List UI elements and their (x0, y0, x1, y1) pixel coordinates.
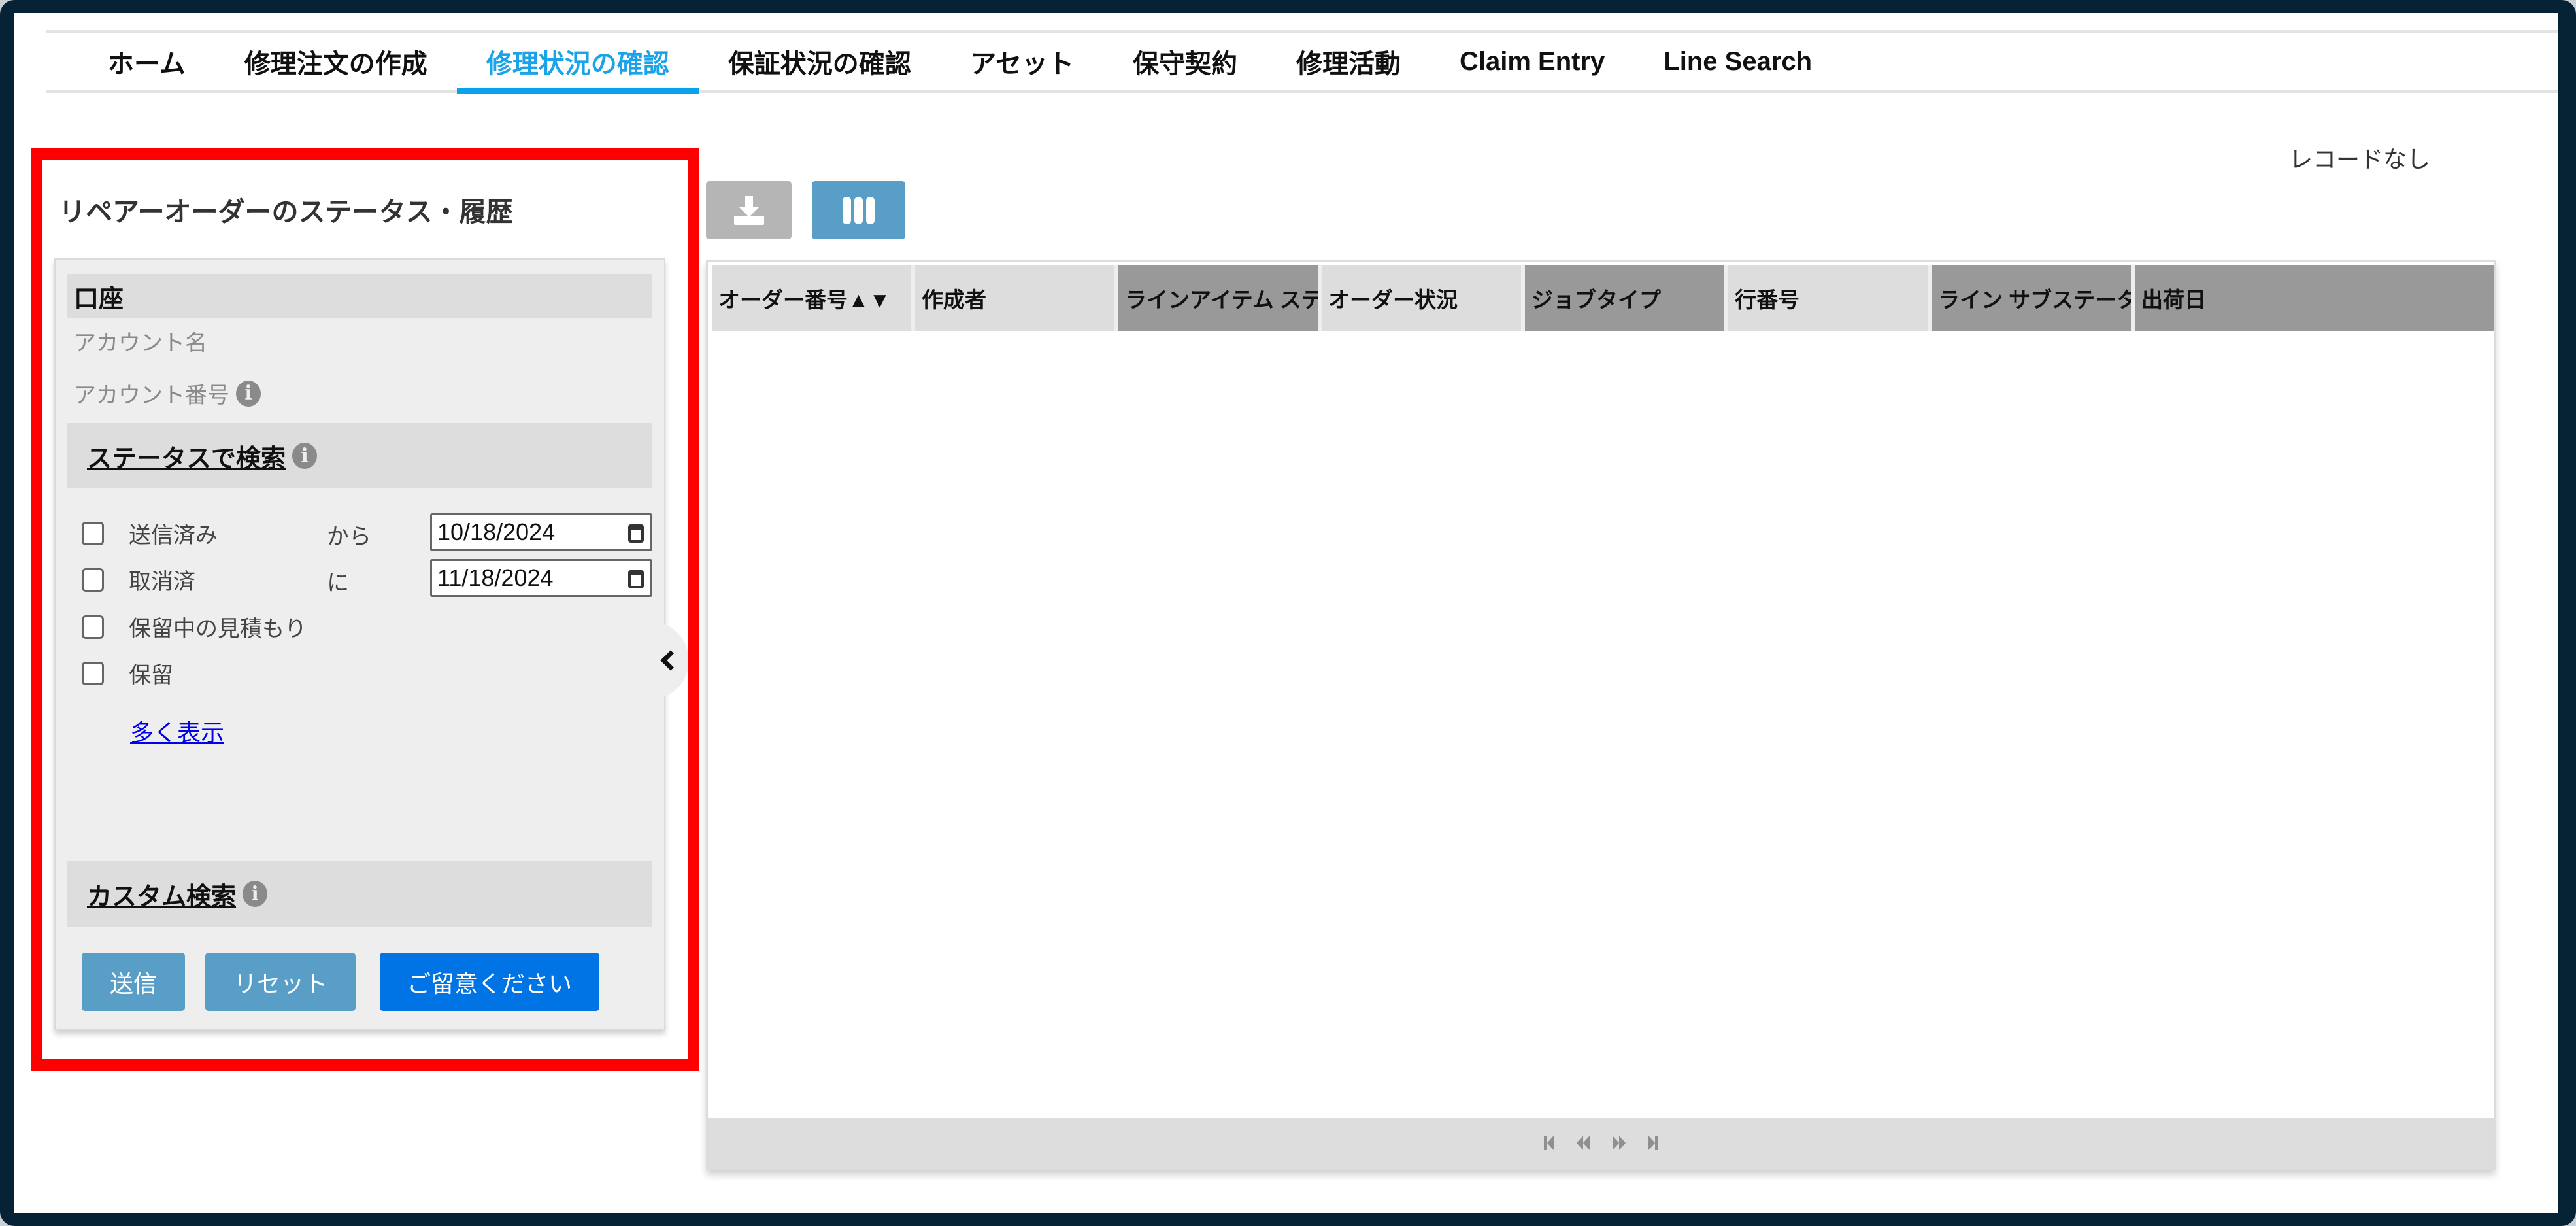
column-header-ship-date[interactable]: 出荷日 (2135, 265, 2494, 331)
pager (708, 1118, 2494, 1168)
tab-maintenance-contract[interactable]: 保守契約 (1103, 33, 1267, 90)
last-page-icon[interactable] (1648, 1136, 1658, 1150)
first-page-icon[interactable] (1543, 1136, 1554, 1150)
column-header-line-item-status[interactable]: ラインアイテム ステ (1118, 265, 1322, 331)
column-header-creator[interactable]: 作成者 (915, 265, 1118, 331)
next-page-icon[interactable] (1612, 1136, 1626, 1150)
column-header-job-type[interactable]: ジョブタイプ (1525, 265, 1728, 331)
download-button[interactable] (706, 181, 792, 239)
tab-warranty-status[interactable]: 保証状況の確認 (699, 33, 941, 90)
columns-icon (843, 196, 875, 224)
tab-repair-status[interactable]: 修理状況の確認 (456, 33, 699, 94)
column-header-order-number[interactable]: オーダー番号▲▼ (712, 265, 915, 331)
highlight-box (31, 148, 699, 1071)
grid-body (708, 333, 2494, 1115)
tab-create-repair-order[interactable]: 修理注文の作成 (215, 33, 457, 90)
results-grid: オーダー番号▲▼ 作成者 ラインアイテム ステ オーダー状況 ジョブタイプ 行番… (706, 260, 2496, 1170)
main-nav: ホーム 修理注文の作成 修理状況の確認 保証状況の確認 アセット 保守契約 修理… (46, 30, 2558, 94)
columns-button[interactable] (812, 181, 905, 239)
tab-line-search[interactable]: Line Search (1634, 33, 1841, 90)
page: ホーム 修理注文の作成 修理状況の確認 保証状況の確認 アセット 保守契約 修理… (14, 13, 2558, 1213)
previous-page-icon[interactable] (1576, 1136, 1590, 1150)
tab-assets[interactable]: アセット (941, 33, 1103, 90)
window-frame: ホーム 修理注文の作成 修理状況の確認 保証状況の確認 アセット 保守契約 修理… (0, 0, 2576, 1226)
column-header-line-substatus[interactable]: ライン サブステータ (1932, 265, 2135, 331)
grid-header-row: オーダー番号▲▼ 作成者 ラインアイテム ステ オーダー状況 ジョブタイプ 行番… (712, 265, 2494, 331)
column-header-line-number[interactable]: 行番号 (1728, 265, 1932, 331)
download-icon (733, 196, 764, 225)
column-header-order-status[interactable]: オーダー状況 (1322, 265, 1525, 331)
tab-home[interactable]: ホーム (46, 33, 215, 90)
records-status: レコードなし (2289, 146, 2431, 173)
tab-repair-activity[interactable]: 修理活動 (1267, 33, 1430, 90)
tab-claim-entry[interactable]: Claim Entry (1430, 33, 1634, 90)
